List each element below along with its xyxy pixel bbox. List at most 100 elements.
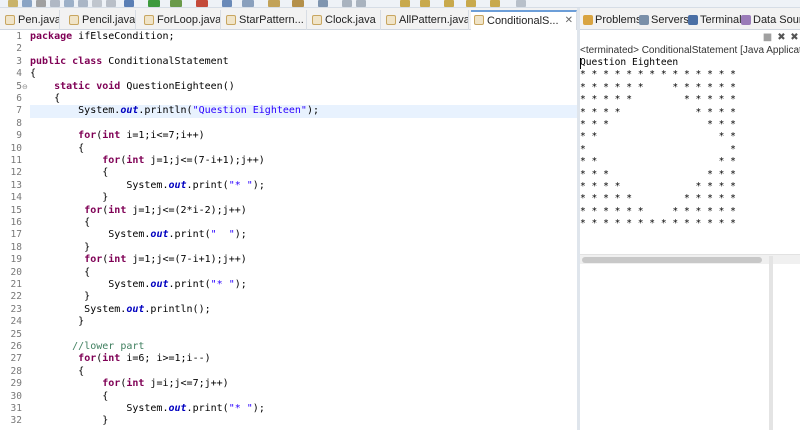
line-number: 12	[10, 167, 22, 179]
new-class-icon[interactable]	[222, 0, 232, 7]
keyword-token: for	[84, 204, 103, 216]
code-line[interactable]: 7 System.out.println("Question Eighteen"…	[0, 105, 577, 118]
code-line[interactable]: 25	[0, 329, 577, 341]
tab-problems[interactable]: Problems	[582, 11, 641, 29]
last-edit-icon[interactable]	[444, 0, 454, 7]
code-line[interactable]: 22 }	[0, 291, 577, 303]
line-number: 30	[10, 390, 22, 402]
tab-label: Pencil.java	[82, 14, 136, 26]
code-line[interactable]: 19 for(int j=1;j<=(7-i+1);j++)	[0, 254, 577, 266]
code-line[interactable]: 28 {	[0, 366, 577, 378]
tab-servers[interactable]: Servers	[638, 11, 689, 29]
code-text: for(int i=1;i<=7;i++)	[30, 130, 204, 142]
tab-pencil-java[interactable]: Pencil.java	[66, 10, 136, 30]
nav-forward-icon[interactable]	[490, 0, 500, 7]
code-line[interactable]: 31 System.out.print("* ");	[0, 403, 577, 415]
tab-data-source[interactable]: Data Sour...	[740, 11, 800, 29]
code-line[interactable]: 13 System.out.print("* ");	[0, 180, 577, 192]
remove-all-icon[interactable]: ✖	[789, 32, 800, 43]
console-output-line: * * * *	[580, 156, 736, 168]
open-perspective-icon[interactable]	[516, 0, 526, 7]
open-task-icon[interactable]	[268, 0, 280, 7]
code-line[interactable]: 21 System.out.print("* ");	[0, 279, 577, 291]
external-tools-icon[interactable]	[196, 0, 208, 7]
line-number: 25	[10, 328, 22, 340]
tab-label: ConditionalS...	[487, 15, 559, 27]
code-line[interactable]: 18 }	[0, 242, 577, 254]
code-line[interactable]: 27 for(int i=6; i>=1;i--)	[0, 353, 577, 365]
line-number: 28	[10, 365, 22, 377]
code-token: {	[30, 217, 91, 228]
tab-clock-java[interactable]: Clock.java	[309, 10, 381, 30]
console-output[interactable]: Question Eighteen * * * * * * * * * * * *…	[580, 57, 800, 257]
tab-starpattern[interactable]: StarPattern...	[223, 10, 307, 30]
code-line[interactable]: 30 {	[0, 391, 577, 403]
remove-launch-icon[interactable]: ✖	[776, 32, 787, 43]
code-line[interactable]: 24 }	[0, 316, 577, 328]
run-config-icon[interactable]	[170, 0, 182, 7]
run-icon[interactable]	[148, 0, 160, 7]
tab-allpattern-java[interactable]: AllPattern.java	[383, 10, 469, 30]
code-line[interactable]: 3 public class ConditionalStatement	[0, 56, 577, 68]
search-menu-icon[interactable]	[292, 0, 304, 7]
code-line[interactable]: 15 for(int j=1;j<=(2*i-2);j++)	[0, 205, 577, 217]
code-line[interactable]: 14 }	[0, 192, 577, 204]
nav-back-icon[interactable]	[466, 0, 476, 7]
string-token: "* "	[228, 179, 253, 191]
open-type-icon[interactable]	[242, 0, 254, 7]
new-icon[interactable]	[8, 0, 18, 7]
history-icon[interactable]	[92, 0, 102, 7]
stop-icon[interactable]: ■	[762, 32, 773, 43]
code-line[interactable]: 12 {	[0, 167, 577, 179]
console-horizontal-scrollbar[interactable]	[580, 254, 800, 264]
field-token: out	[150, 229, 169, 241]
code-line[interactable]: 8	[0, 118, 577, 130]
next-annotation-icon[interactable]	[400, 0, 410, 7]
code-editor[interactable]: 1 package ifElseCondition; 2 3 public class …	[0, 30, 577, 430]
pin-icon[interactable]	[106, 0, 116, 7]
code-line[interactable]: 17 System.out.print(" ");	[0, 229, 577, 241]
tab-forloop-java[interactable]: ForLoop.java	[141, 10, 221, 30]
text-cursor	[580, 58, 581, 69]
code-line[interactable]: 1 package ifElseCondition;	[0, 31, 577, 43]
code-line[interactable]: 32 }	[0, 415, 577, 427]
copy-icon[interactable]	[78, 0, 88, 7]
code-line[interactable]: 16 {	[0, 217, 577, 229]
keyword-token: int	[126, 155, 145, 166]
prev-annotation-icon[interactable]	[420, 0, 430, 7]
annotation-icon[interactable]	[318, 0, 328, 7]
close-icon[interactable]: ✕	[565, 12, 573, 30]
line-number: 4	[16, 68, 22, 80]
code-line[interactable]: 29 for(int j=i;j<=7;j++)	[0, 378, 577, 390]
debug-icon[interactable]	[124, 0, 134, 7]
code-line[interactable]: 4{	[0, 68, 577, 80]
code-line[interactable]: 9 for(int i=1;i<=7;i++)	[0, 130, 577, 142]
tab-terminal[interactable]: Terminal	[687, 11, 742, 29]
code-line[interactable]: 10 {	[0, 143, 577, 155]
code-line[interactable]: 26 //lower part	[0, 341, 577, 353]
scrollbar-thumb[interactable]	[582, 257, 762, 263]
save-icon[interactable]	[22, 0, 32, 7]
fold-toggle-icon[interactable]: ⊖	[22, 81, 28, 93]
keyword-token: package	[30, 31, 73, 42]
line-number: 9	[16, 130, 22, 142]
refresh-icon[interactable]	[64, 0, 74, 7]
code-line[interactable]: 6 {	[0, 93, 577, 105]
console-vertical-scrollbar[interactable]	[769, 256, 773, 430]
code-line[interactable]: 5 ⊖ static void QuestionEighteen()	[0, 81, 577, 93]
tab-conditionalstatement[interactable]: ConditionalS... ✕	[471, 10, 577, 30]
code-line[interactable]: 20 {	[0, 267, 577, 279]
code-line[interactable]: 11 for(int j=1;j<=(7-i+1);j++)	[0, 155, 577, 167]
code-line[interactable]: 23 System.out.println();	[0, 304, 577, 316]
search-icon[interactable]	[50, 0, 60, 7]
forward-icon[interactable]	[356, 0, 366, 7]
console-output-line: * * * *	[580, 131, 736, 143]
back-icon[interactable]	[342, 0, 352, 7]
code-text: static void QuestionEighteen()	[30, 81, 235, 93]
code-token: j=1;j<=(7-i+1);j++)	[144, 155, 265, 166]
tab-pen-java[interactable]: Pen.java	[2, 10, 60, 30]
code-line[interactable]: 2	[0, 43, 577, 55]
code-token: System.	[30, 279, 151, 290]
code-text: {	[30, 267, 90, 279]
print-icon[interactable]	[36, 0, 46, 7]
